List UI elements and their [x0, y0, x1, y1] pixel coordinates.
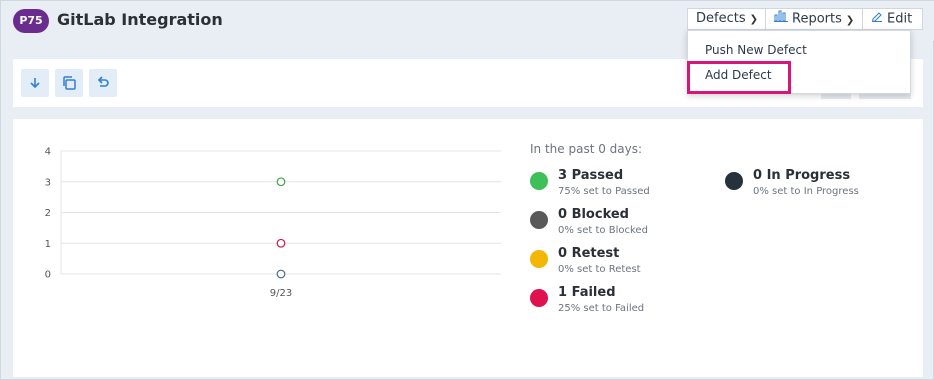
stat-subtext: 0% set to Retest: [558, 264, 641, 275]
project-badge: P75: [13, 9, 49, 33]
undo-button[interactable]: [89, 69, 117, 97]
download-button[interactable]: [21, 69, 49, 97]
defects-button[interactable]: Defects ❯: [687, 8, 766, 30]
stat-label: 0 Retest: [558, 246, 620, 261]
highlight-box: [687, 61, 791, 94]
status-dot: [530, 211, 548, 229]
stat-label: 0 In Progress: [753, 168, 851, 183]
data-point[interactable]: [276, 238, 286, 248]
stat-label: 1 Failed: [558, 285, 616, 300]
page-title: GitLab Integration: [57, 10, 223, 29]
status-dot: [530, 250, 548, 268]
stat-label: 0 Blocked: [558, 207, 629, 222]
status-dot: [530, 289, 548, 307]
reports-button[interactable]: Reports ❯: [765, 8, 863, 30]
menu-item-push-new-defect[interactable]: Push New Defect: [705, 43, 807, 57]
bar-chart-icon: [774, 9, 788, 29]
stat-subtext: 0% set to In Progress: [753, 186, 859, 197]
status-dot: [530, 172, 548, 190]
results-chart: 4 3 2 1 0 9/23: [45, 147, 501, 299]
period-text: In the past 0 days:: [530, 142, 643, 156]
stat-subtext: 0% set to Blocked: [558, 225, 648, 236]
edit-label: Edit: [887, 11, 913, 27]
y-tick-label: 1: [45, 239, 51, 250]
data-point[interactable]: [276, 177, 286, 187]
chevron-down-icon: ❯: [749, 14, 758, 25]
y-tick-label: 0: [45, 270, 51, 281]
y-tick-label: 2: [45, 208, 51, 219]
x-tick-label: 9/23: [270, 288, 292, 299]
pencil-icon: [871, 9, 883, 29]
stat-subtext: 25% set to Failed: [558, 303, 645, 314]
edit-button[interactable]: Edit: [862, 8, 923, 30]
stat-label: 3 Passed: [558, 168, 624, 183]
chevron-down-icon: ❯: [845, 14, 855, 26]
data-point[interactable]: [276, 269, 286, 279]
stat-subtext: 75% set to Passed: [558, 186, 650, 197]
copy-button[interactable]: [55, 69, 83, 97]
defects-label: Defects: [696, 11, 746, 26]
y-tick-label: 4: [45, 147, 51, 158]
status-dot: [725, 172, 743, 190]
y-tick-label: 3: [45, 177, 51, 188]
reports-label: Reports: [792, 11, 842, 27]
